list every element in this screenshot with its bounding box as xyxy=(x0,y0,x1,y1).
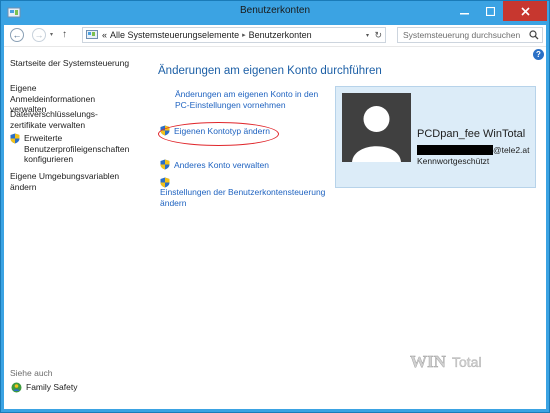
avatar xyxy=(342,93,411,162)
sidebar-item-certificates[interactable]: Dateiverschlüsselungs-zertifikate verwal… xyxy=(10,109,120,130)
account-name: PCDpan_fee WinTotal xyxy=(417,128,526,140)
help-icon[interactable]: ? xyxy=(533,49,544,60)
minimize-button[interactable] xyxy=(451,1,477,21)
address-bar: ← → ▾ ↑ « Alle Systemsteuerungselemente … xyxy=(4,25,546,47)
back-button[interactable]: ← xyxy=(10,28,24,42)
control-panel-small-icon xyxy=(86,30,98,39)
svg-text:WIN: WIN xyxy=(410,352,447,371)
search-input[interactable]: Systemsteuerung durchsuchen xyxy=(397,27,543,43)
close-button[interactable] xyxy=(503,1,547,21)
svg-text:Total: Total xyxy=(452,354,482,370)
content-area: ← → ▾ ↑ « Alle Systemsteuerungselemente … xyxy=(4,25,546,409)
breadcrumb-separator-icon[interactable]: ▸ xyxy=(242,31,246,39)
manage-other-account-link[interactable]: Anderes Konto verwalten xyxy=(174,160,269,171)
breadcrumb-user-accounts[interactable]: Benutzerkonten xyxy=(249,30,312,40)
sidebar-item-environment-variables[interactable]: Eigene Umgebungsvariablen ändern xyxy=(10,171,122,192)
search-icon[interactable] xyxy=(529,30,539,40)
sidebar-item-family-safety[interactable]: Family Safety xyxy=(26,382,152,393)
account-card: PCDpan_fee WinTotal @tele2.at Kennwortge… xyxy=(335,86,536,188)
family-safety-icon xyxy=(11,382,22,393)
account-status: Kennwortgeschützt xyxy=(417,156,490,166)
shield-icon xyxy=(160,159,170,170)
recent-pages-chevron-icon[interactable]: ▾ xyxy=(50,31,53,38)
arrow-right-icon: → xyxy=(34,30,44,40)
maximize-icon xyxy=(485,6,495,16)
sidebar-item-profile-properties[interactable]: Erweiterte Benutzerprofileigenschaften k… xyxy=(24,133,136,165)
address-dropdown-icon[interactable]: ▾ xyxy=(366,32,369,39)
address-path[interactable]: « Alle Systemsteuerungselemente ▸ Benutz… xyxy=(82,27,386,43)
up-arrow-icon[interactable]: ↑ xyxy=(62,29,67,40)
sidebar-item-control-panel-home[interactable]: Startseite der Systemsteuerung xyxy=(10,58,136,69)
search-placeholder: Systemsteuerung durchsuchen xyxy=(403,30,521,40)
user-silhouette-icon xyxy=(352,106,401,162)
shield-icon xyxy=(10,133,20,144)
minimize-icon xyxy=(459,12,469,14)
highlight-circle xyxy=(158,122,279,146)
pc-settings-link[interactable]: Änderungen am eigenen Konto in den PC-Ei… xyxy=(175,89,325,110)
refresh-icon[interactable]: ↻ xyxy=(374,30,382,41)
forward-button[interactable]: → xyxy=(32,28,46,42)
see-also-label: Siehe auch xyxy=(10,368,53,378)
window: Benutzerkonten ← → ▾ ↑ « Alle Systemsteu… xyxy=(0,0,550,413)
page-title: Änderungen am eigenen Konto durchführen xyxy=(158,65,382,77)
uac-settings-link[interactable]: Einstellungen der Benutzerkontensteuerun… xyxy=(160,187,330,208)
redacted-email-block xyxy=(417,145,493,155)
maximize-button[interactable] xyxy=(477,1,503,21)
breadcrumb-root-marker[interactable]: « xyxy=(102,30,107,40)
wintotal-watermark-logo: WIN Total xyxy=(408,347,528,375)
arrow-left-icon: ← xyxy=(12,30,22,40)
close-icon xyxy=(520,6,530,16)
title-bar[interactable]: Benutzerkonten xyxy=(1,1,549,25)
account-email-domain: @tele2.at xyxy=(493,145,530,155)
breadcrumb-all-control-panel[interactable]: Alle Systemsteuerungselemente xyxy=(110,30,239,40)
